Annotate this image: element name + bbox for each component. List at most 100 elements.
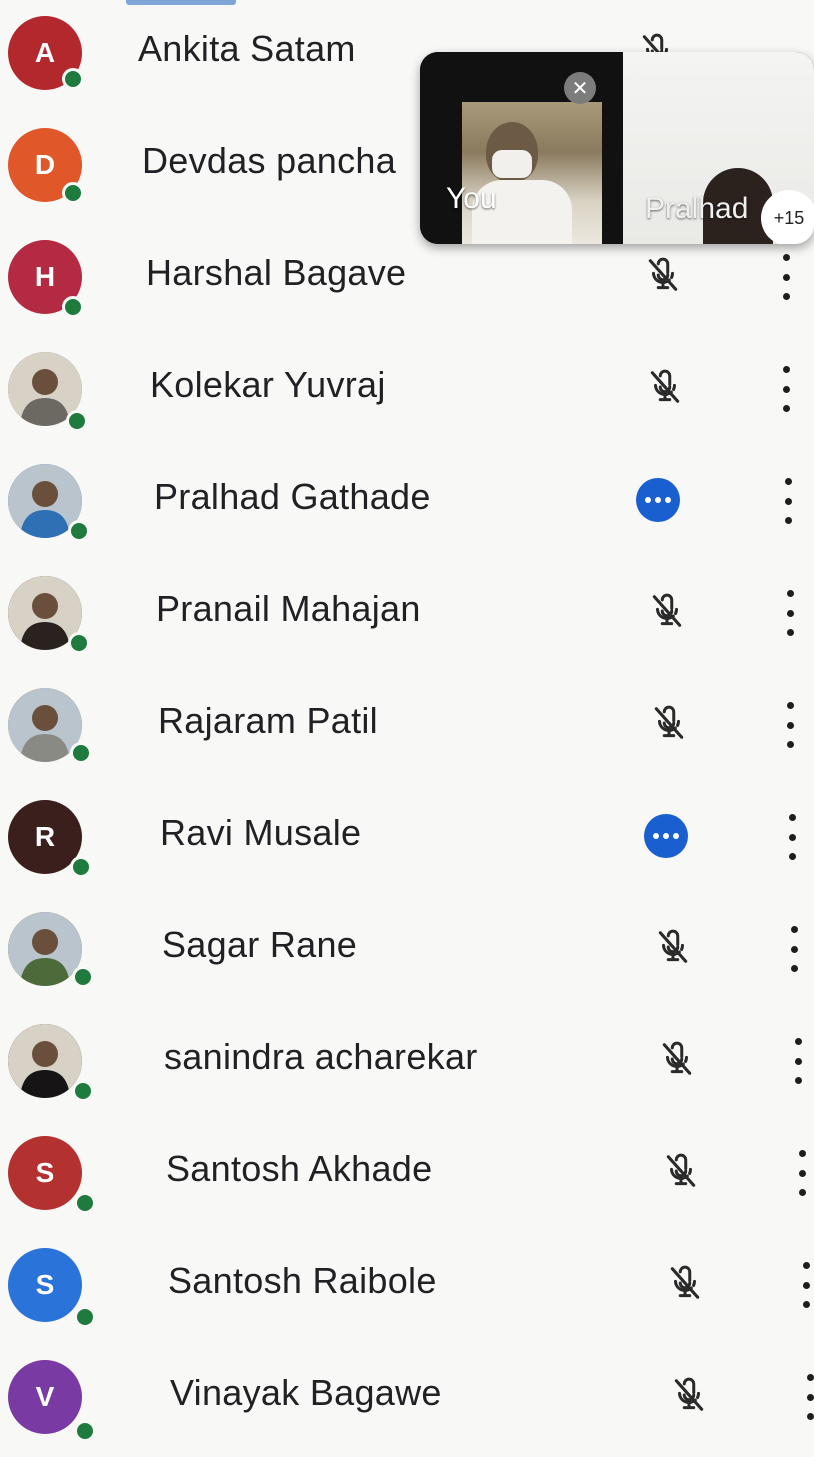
online-status-dot xyxy=(72,966,94,988)
participant-name: Kolekar Yuvraj xyxy=(150,364,386,405)
more-vert-icon[interactable] xyxy=(784,814,800,860)
speaking-dot xyxy=(655,497,661,503)
speaking-indicator-icon xyxy=(644,814,688,858)
more-dot xyxy=(788,853,796,860)
more-vert-icon[interactable] xyxy=(786,926,802,972)
more-dot xyxy=(782,385,790,393)
more-dot xyxy=(798,1189,806,1196)
online-status-dot xyxy=(66,410,88,432)
more-dot xyxy=(788,833,796,841)
tab-indicator xyxy=(126,0,236,5)
more-dot xyxy=(788,814,796,821)
avatar-initial: S xyxy=(35,1269,55,1300)
avatar-initial: H xyxy=(34,261,56,292)
mic-off-icon[interactable] xyxy=(662,1150,700,1192)
participant-name: Pralhad Gathade xyxy=(154,476,431,517)
more-dot xyxy=(782,405,790,412)
participant-video-tile[interactable]: Pralhad +15 xyxy=(623,52,814,244)
participant-row[interactable]: H Harshal Bagave xyxy=(0,240,814,352)
avatar: V xyxy=(8,1360,82,1434)
more-dot xyxy=(802,1281,810,1289)
participant-row[interactable]: sanindra acharekar xyxy=(0,1024,814,1136)
participant-row[interactable]: S Santosh Raibole xyxy=(0,1248,814,1360)
avatar: S xyxy=(8,1136,82,1210)
avatar-photo-image xyxy=(8,1024,82,1098)
more-dot xyxy=(806,1413,814,1420)
avatar-photo xyxy=(8,912,82,986)
participant-name: Devdas pancha xyxy=(142,140,397,181)
mic-off-icon[interactable] xyxy=(646,366,684,408)
self-video-label: You xyxy=(446,182,497,215)
more-dot xyxy=(790,926,798,933)
more-dot xyxy=(786,629,794,636)
mic-off-icon[interactable] xyxy=(666,1262,704,1304)
more-vert-icon[interactable] xyxy=(782,590,798,636)
participant-row[interactable]: Sagar Rane xyxy=(0,912,814,1024)
mic-off-icon[interactable] xyxy=(650,702,688,744)
participant-row[interactable]: Rajaram Patil xyxy=(0,688,814,800)
online-status-dot xyxy=(70,742,92,764)
participant-name: Ravi Musale xyxy=(160,812,362,853)
more-dot xyxy=(782,254,790,261)
speaking-indicator-icon xyxy=(636,478,680,522)
mic-off-icon[interactable] xyxy=(654,926,692,968)
online-status-dot xyxy=(72,1080,94,1102)
self-video-tile[interactable]: ✕ You xyxy=(420,52,623,244)
participant-video-label: Pralhad xyxy=(645,192,749,225)
more-dot xyxy=(794,1057,802,1065)
mic-off-icon[interactable] xyxy=(658,1038,696,1080)
participant-name: sanindra acharekar xyxy=(164,1036,478,1077)
more-dot xyxy=(790,965,798,972)
participant-row[interactable]: Pranail Mahajan xyxy=(0,576,814,688)
more-dot xyxy=(794,1077,802,1084)
avatar-initial: A xyxy=(34,37,56,68)
online-status-dot xyxy=(68,632,90,654)
online-status-dot xyxy=(62,182,84,204)
more-dot xyxy=(786,590,794,597)
more-vert-icon[interactable] xyxy=(778,254,794,300)
participant-row[interactable]: V Vinayak Bagawe xyxy=(0,1360,814,1457)
participant-name: Pranail Mahajan xyxy=(156,588,421,629)
online-status-dot xyxy=(74,1192,96,1214)
more-dot xyxy=(782,366,790,373)
avatar-initial: S xyxy=(35,1157,55,1188)
mic-off-icon[interactable] xyxy=(670,1374,708,1416)
online-status-dot xyxy=(62,296,84,318)
more-vert-icon[interactable] xyxy=(790,1038,806,1084)
more-dot xyxy=(784,517,792,524)
more-dot xyxy=(784,497,792,505)
avatar-initial: R xyxy=(34,821,56,852)
more-vert-icon[interactable] xyxy=(782,702,798,748)
online-status-dot xyxy=(62,68,84,90)
online-status-dot xyxy=(74,1306,96,1328)
avatar-initial: V xyxy=(35,1381,55,1412)
more-dot xyxy=(802,1262,810,1269)
participant-row[interactable]: S Santosh Akhade xyxy=(0,1136,814,1248)
self-video-mask xyxy=(492,150,532,178)
avatar-photo-image xyxy=(8,912,82,986)
mic-off-icon[interactable] xyxy=(644,254,682,296)
speaking-dot xyxy=(663,833,669,839)
more-dot xyxy=(786,609,794,617)
online-status-dot xyxy=(70,856,92,878)
more-participants-badge[interactable]: +15 xyxy=(761,190,814,244)
more-dot xyxy=(786,741,794,748)
more-vert-icon[interactable] xyxy=(780,478,796,524)
video-tiles-overlay[interactable]: ✕ You Pralhad +15 xyxy=(420,52,814,244)
participant-name: Ankita Satam xyxy=(138,28,356,69)
more-dot xyxy=(798,1169,806,1177)
more-vert-icon[interactable] xyxy=(802,1374,814,1420)
more-dot xyxy=(790,945,798,953)
mic-off-icon[interactable] xyxy=(648,590,686,632)
participant-row[interactable]: R Ravi Musale xyxy=(0,800,814,912)
more-vert-icon[interactable] xyxy=(794,1150,810,1196)
close-icon[interactable]: ✕ xyxy=(564,72,596,104)
more-vert-icon[interactable] xyxy=(778,366,794,412)
participant-row[interactable]: Pralhad Gathade xyxy=(0,464,814,576)
participant-name: Sagar Rane xyxy=(162,924,358,965)
more-dot xyxy=(786,721,794,729)
more-vert-icon[interactable] xyxy=(798,1262,814,1308)
more-dot xyxy=(802,1301,810,1308)
participant-row[interactable]: Kolekar Yuvraj xyxy=(0,352,814,464)
more-dot xyxy=(806,1374,814,1381)
